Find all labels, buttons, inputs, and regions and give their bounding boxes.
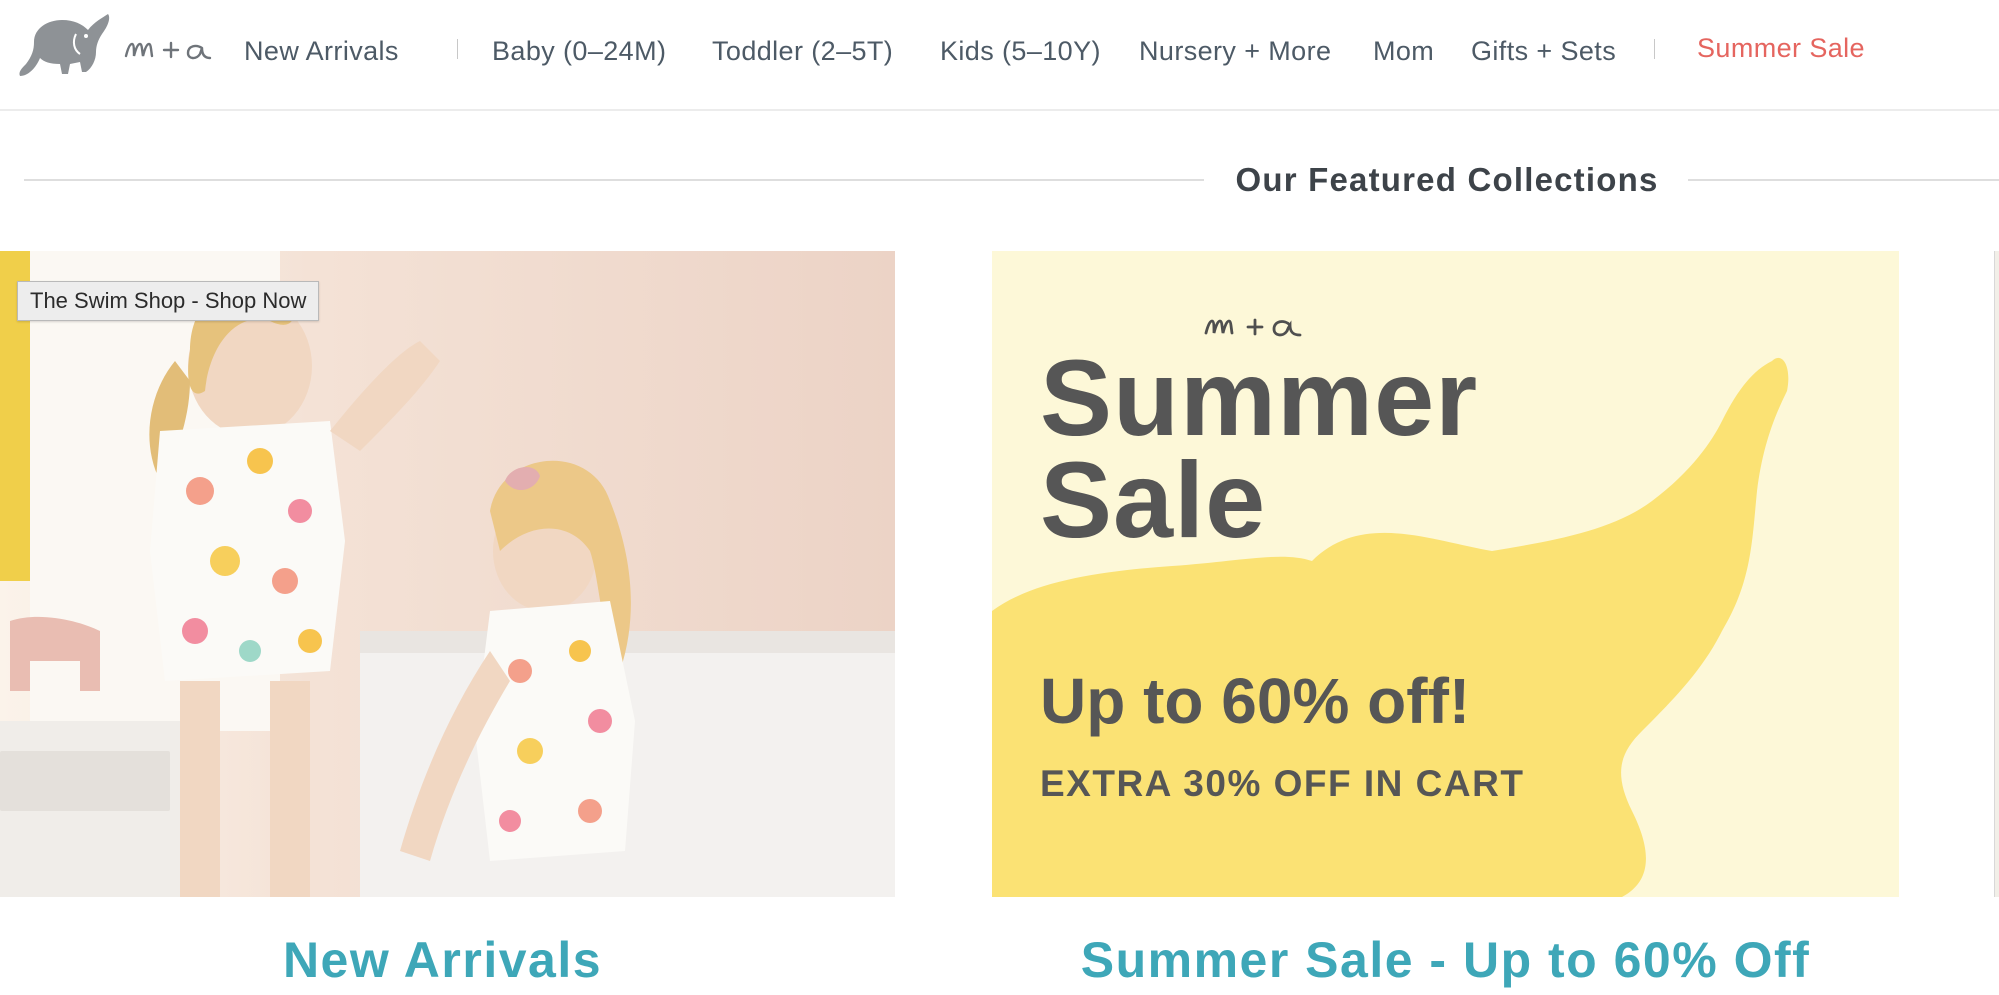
nav-item-gifts[interactable]: Gifts + Sets — [1471, 31, 1616, 71]
nav-item-baby[interactable]: Baby (0–24M) — [492, 31, 666, 71]
new-arrivals-card-image[interactable] — [0, 251, 895, 897]
image-tooltip: The Swim Shop - Shop Now — [17, 281, 320, 321]
nav-item-kids[interactable]: Kids (5–10Y) — [940, 31, 1101, 71]
nav-item-toddler[interactable]: Toddler (2–5T) — [712, 31, 893, 71]
promo-offer: Up to 60% off! — [1040, 665, 1471, 737]
section-rule-right — [1688, 179, 1999, 181]
nav-item-mom[interactable]: Mom — [1373, 31, 1434, 71]
main-nav: New Arrivals Baby (0–24M) Toddler (2–5T)… — [0, 31, 1999, 71]
nav-item-nursery[interactable]: Nursery + More — [1139, 31, 1331, 71]
site-header: New Arrivals Baby (0–24M) Toddler (2–5T)… — [0, 0, 1999, 111]
summer-sale-caption-link[interactable]: Summer Sale - Up to 60% Off — [992, 930, 1899, 990]
nav-divider — [1654, 39, 1655, 59]
summer-sale-banner[interactable]: Summer Sale Up to 60% off! EXTRA 30% OFF… — [992, 251, 1899, 897]
nav-divider — [457, 39, 458, 59]
section-title: Our Featured Collections — [1235, 161, 1659, 198]
promo-extra-discount: EXTRA 30% OFF IN CART — [1040, 763, 1525, 804]
kids-pajamas-photo — [0, 251, 895, 897]
nav-item-new-arrivals[interactable]: New Arrivals — [244, 31, 399, 71]
promo-title: Summer Sale — [1040, 337, 1479, 560]
new-arrivals-caption-link[interactable]: New Arrivals — [0, 930, 885, 990]
next-card-edge — [1994, 251, 1999, 897]
nav-item-summer-sale[interactable]: Summer Sale — [1697, 28, 1865, 68]
section-rule-left — [24, 179, 1204, 181]
